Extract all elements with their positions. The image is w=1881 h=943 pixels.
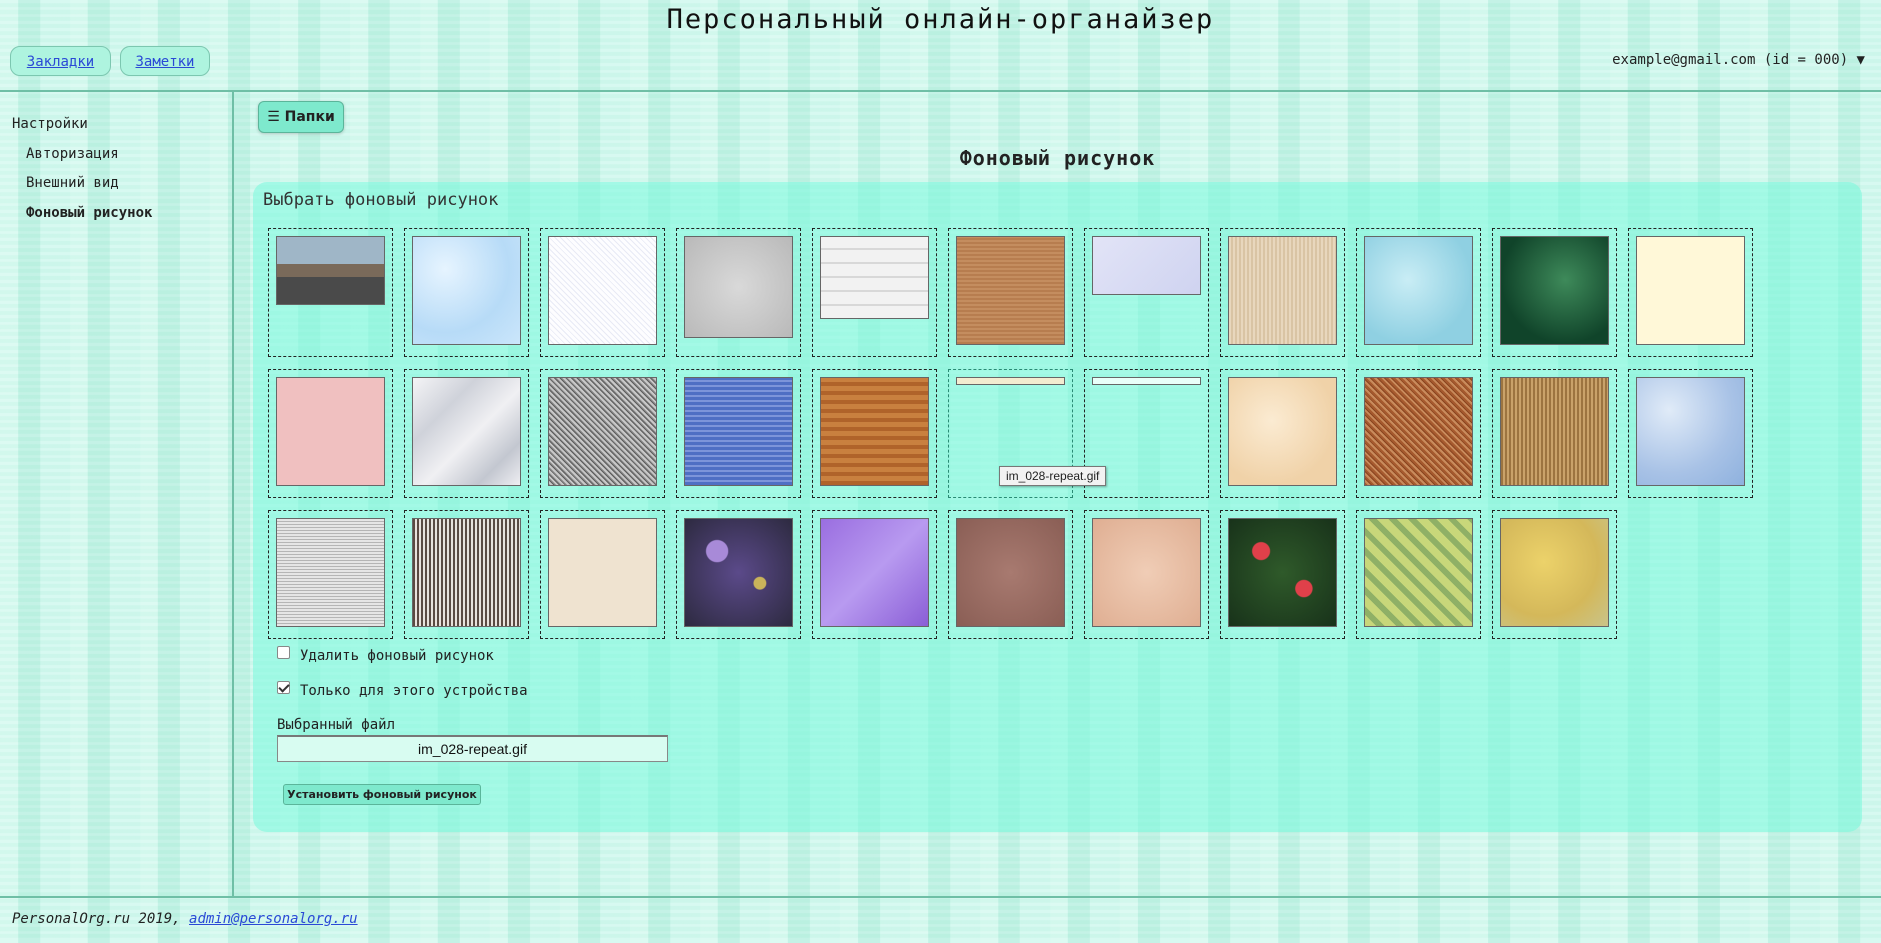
page-title: Фоновый рисунок — [959, 146, 1156, 170]
background-tile[interactable] — [1492, 228, 1617, 357]
background-tile[interactable] — [1356, 369, 1481, 498]
this-device-only-checkbox[interactable] — [277, 681, 290, 694]
background-thumbnail — [412, 518, 521, 627]
sidebar: Настройки Авторизация Внешний вид Фоновы… — [0, 92, 234, 896]
background-tile[interactable] — [948, 510, 1073, 639]
user-menu[interactable]: example@gmail.com (id = 000) ▼ — [1612, 52, 1865, 68]
selected-file-field[interactable]: im_028-repeat.gif — [277, 735, 668, 762]
background-tile[interactable] — [1492, 510, 1617, 639]
background-tile[interactable] — [540, 369, 665, 498]
background-thumbnail — [1636, 377, 1745, 486]
background-thumbnail — [548, 518, 657, 627]
background-tile[interactable] — [812, 369, 937, 498]
filename-tooltip: im_028-repeat.gif — [999, 466, 1107, 486]
background-tile[interactable] — [676, 510, 801, 639]
background-thumbnail — [1364, 518, 1473, 627]
background-thumbnail — [276, 377, 385, 486]
header: Персональный онлайн-органайзер Закладки … — [0, 0, 1881, 92]
background-tile[interactable] — [1628, 228, 1753, 357]
background-tile[interactable] — [404, 510, 529, 639]
bookmarks-button[interactable]: Закладки — [10, 46, 111, 76]
background-thumbnail — [1500, 236, 1609, 345]
background-tile[interactable] — [812, 228, 937, 357]
background-tile[interactable] — [676, 369, 801, 498]
background-tile[interactable] — [268, 228, 393, 357]
selected-file-label: Выбранный файл — [277, 717, 396, 733]
footer-email-link[interactable]: admin@personalorg.ru — [189, 911, 358, 927]
sidebar-section-settings: Настройки — [12, 116, 88, 132]
sidebar-item-background[interactable]: Фоновый рисунок — [26, 205, 152, 221]
background-tile[interactable] — [812, 510, 937, 639]
background-tile[interactable] — [1084, 228, 1209, 357]
background-tile[interactable] — [1084, 510, 1209, 639]
background-tile[interactable] — [540, 228, 665, 357]
background-thumbnail — [1364, 236, 1473, 345]
background-thumbnail — [548, 377, 657, 486]
background-tile[interactable] — [1220, 369, 1345, 498]
background-thumbnail — [412, 236, 521, 345]
background-tile[interactable] — [540, 510, 665, 639]
background-tile[interactable] — [1220, 228, 1345, 357]
background-thumbnail — [1228, 236, 1337, 345]
background-thumbnail — [548, 236, 657, 345]
notes-button[interactable]: Заметки — [120, 46, 210, 76]
delete-background-label: Удалить фоновый рисунок — [300, 648, 494, 664]
background-thumbnail — [1092, 518, 1201, 627]
background-tile[interactable] — [404, 369, 529, 498]
background-thumbnail — [956, 377, 1065, 385]
background-thumbnail — [1228, 518, 1337, 627]
background-tile[interactable] — [676, 228, 801, 357]
sidebar-item-authorization[interactable]: Авторизация — [26, 146, 119, 162]
background-thumbnail — [956, 236, 1065, 345]
footer: PersonalOrg.ru 2019, admin@personalorg.r… — [0, 896, 1881, 943]
background-tile[interactable] — [1356, 510, 1481, 639]
background-thumbnail — [820, 377, 929, 486]
background-tile[interactable] — [1492, 369, 1617, 498]
background-thumbnail — [684, 377, 793, 486]
folders-button[interactable]: ☰ Папки — [258, 101, 344, 133]
background-tile[interactable] — [404, 228, 529, 357]
background-thumbnail — [276, 518, 385, 627]
background-thumbnail — [1500, 518, 1609, 627]
sidebar-item-appearance[interactable]: Внешний вид — [26, 175, 119, 191]
set-background-button[interactable]: Установить фоновый рисунок — [283, 784, 481, 805]
background-thumbnail — [1228, 377, 1337, 486]
site-title: Персональный онлайн-органайзер — [666, 4, 1215, 35]
background-tile[interactable] — [268, 369, 393, 498]
footer-copyright: PersonalOrg.ru 2019, — [12, 911, 190, 927]
background-thumbnail — [1500, 377, 1609, 486]
delete-background-checkbox[interactable] — [277, 646, 290, 659]
background-thumbnail — [820, 236, 929, 319]
background-tile[interactable] — [1356, 228, 1481, 357]
background-thumbnail — [1364, 377, 1473, 486]
background-thumbnail — [276, 236, 385, 305]
footer-text: PersonalOrg.ru 2019, admin@personalorg.r… — [12, 911, 358, 927]
background-thumbnail — [412, 377, 521, 486]
background-thumbnail — [820, 518, 929, 627]
background-tile[interactable] — [1220, 510, 1345, 639]
background-tile[interactable] — [268, 510, 393, 639]
this-device-only-label: Только для этого устройства — [300, 683, 528, 699]
background-thumbnail — [1636, 236, 1745, 345]
background-tile[interactable] — [948, 228, 1073, 357]
background-thumbnail — [684, 518, 793, 627]
background-thumbnail — [956, 518, 1065, 627]
background-thumbnail — [1092, 377, 1201, 385]
background-thumbnail — [684, 236, 793, 338]
panel-heading: Выбрать фоновый рисунок — [263, 190, 499, 210]
background-tile[interactable] — [1628, 369, 1753, 498]
background-thumbnail — [1092, 236, 1201, 295]
